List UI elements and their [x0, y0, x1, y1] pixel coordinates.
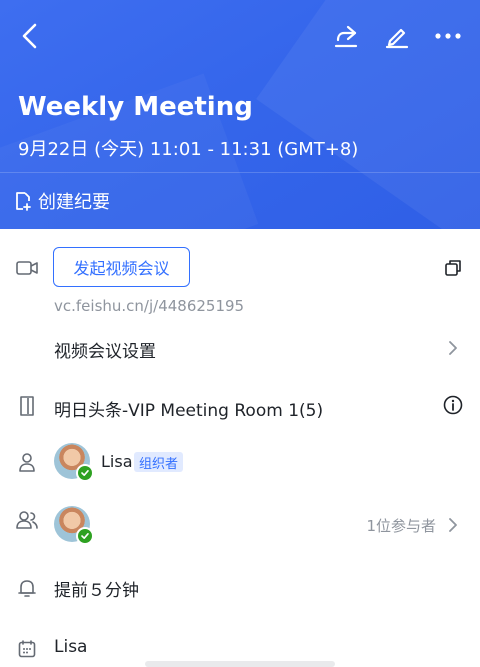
calendar-owner[interactable]: Lisa — [54, 637, 87, 657]
back-icon[interactable] — [12, 18, 48, 54]
header-divider — [0, 172, 480, 173]
chevron-right-icon[interactable] — [446, 518, 460, 532]
create-notes-label: 创建纪要 — [38, 192, 110, 213]
room-door-icon — [16, 395, 38, 417]
start-video-meeting-button[interactable]: 发起视频会议 — [53, 247, 190, 287]
add-doc-icon — [16, 192, 31, 211]
accepted-check-icon — [76, 527, 94, 545]
copy-icon[interactable] — [442, 257, 464, 279]
person-icon — [16, 451, 38, 473]
create-notes-button[interactable]: 创建纪要 — [14, 188, 110, 214]
organizer-name[interactable]: Lisa — [101, 452, 133, 471]
event-time: 9月22日 (今天) 11:01 - 11:31 (GMT+8) — [18, 139, 359, 160]
calendar-icon — [16, 638, 38, 660]
share-icon[interactable] — [328, 18, 364, 54]
video-camera-icon — [16, 257, 38, 279]
more-icon[interactable] — [430, 18, 466, 54]
home-indicator — [145, 661, 335, 667]
edit-icon[interactable] — [379, 18, 415, 54]
room-name[interactable]: 明日头条-VIP Meeting Room 1(5) — [54, 396, 323, 421]
people-icon — [16, 509, 38, 531]
event-title: Weekly Meeting — [18, 92, 253, 122]
chevron-right-icon[interactable] — [446, 341, 460, 355]
meeting-link[interactable]: vc.feishu.cn/j/448625195 — [54, 297, 244, 315]
attendee-count[interactable]: 1位参与者 — [366, 515, 436, 536]
accepted-check-icon — [76, 464, 94, 482]
reminder-label[interactable]: 提前５分钟 — [54, 576, 139, 601]
bell-icon — [16, 577, 38, 599]
organizer-tag: 组织者 — [134, 452, 184, 472]
info-icon[interactable] — [442, 394, 464, 416]
video-settings-label[interactable]: 视频会议设置 — [54, 337, 156, 362]
event-header: Weekly Meeting 9月22日 (今天) 11:01 - 11:31 … — [0, 0, 480, 229]
